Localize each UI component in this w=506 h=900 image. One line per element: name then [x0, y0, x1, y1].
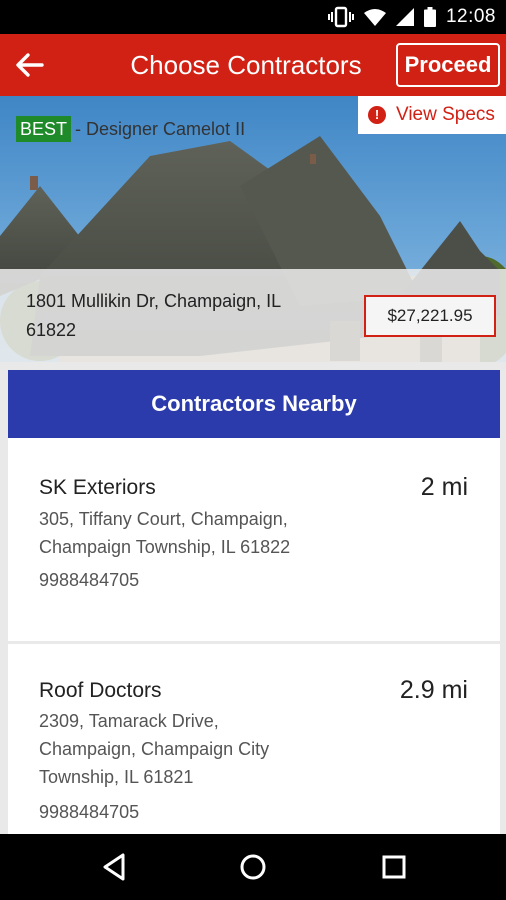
wifi-icon [363, 9, 386, 26]
contractor-name: SK Exteriors [39, 476, 156, 499]
contractors-nearby-header: Contractors Nearby [8, 370, 500, 438]
view-specs-label: View Specs [396, 104, 495, 125]
contractor-card[interactable]: Roof Doctors 2.9 mi 2309, Tamarack Drive… [8, 644, 500, 834]
contractor-address: 2309, Tamarack Drive, Champaign, Champai… [39, 711, 270, 787]
contractor-address: 305, Tiffany Court, Champaign, Champaign… [39, 509, 291, 557]
status-time: 12:08 [445, 6, 496, 27]
nav-back-icon[interactable] [99, 851, 131, 883]
product-label: BEST - Designer Camelot II [16, 116, 245, 142]
contractor-distance: 2 mi [420, 473, 468, 501]
best-badge: BEST [16, 116, 72, 142]
contractor-card[interactable]: SK Exteriors 2 mi 305, Tiffany Court, Ch… [8, 438, 500, 641]
price-badge: $27,221.95 [364, 295, 496, 337]
contractor-distance: 2.9 mi [399, 676, 468, 704]
product-name: - Designer Camelot II [75, 118, 246, 139]
system-nav-bar [0, 834, 506, 900]
vibrate-icon [327, 6, 354, 28]
property-summary: 1801 Mullikin Dr, Champaign, IL 61822 $2… [0, 269, 506, 362]
info-icon: ! [368, 106, 386, 124]
contractor-name: Roof Doctors [39, 679, 162, 702]
nav-home-icon[interactable] [237, 851, 269, 883]
nav-recents-icon[interactable] [378, 851, 410, 883]
contractor-phone[interactable]: 9988484705 [39, 570, 139, 591]
view-specs-button[interactable]: ! View Specs [358, 96, 506, 134]
proceed-button[interactable]: Proceed [396, 43, 500, 87]
status-icons: 12:08 [327, 6, 496, 28]
battery-icon [423, 7, 436, 27]
app-bar: Choose Contractors Proceed [0, 34, 506, 96]
property-address: 1801 Mullikin Dr, Champaign, IL 61822 [26, 291, 281, 340]
contractor-phone[interactable]: 9988484705 [39, 802, 139, 823]
cell-signal-icon [395, 8, 414, 26]
status-bar: 12:08 [0, 0, 506, 34]
